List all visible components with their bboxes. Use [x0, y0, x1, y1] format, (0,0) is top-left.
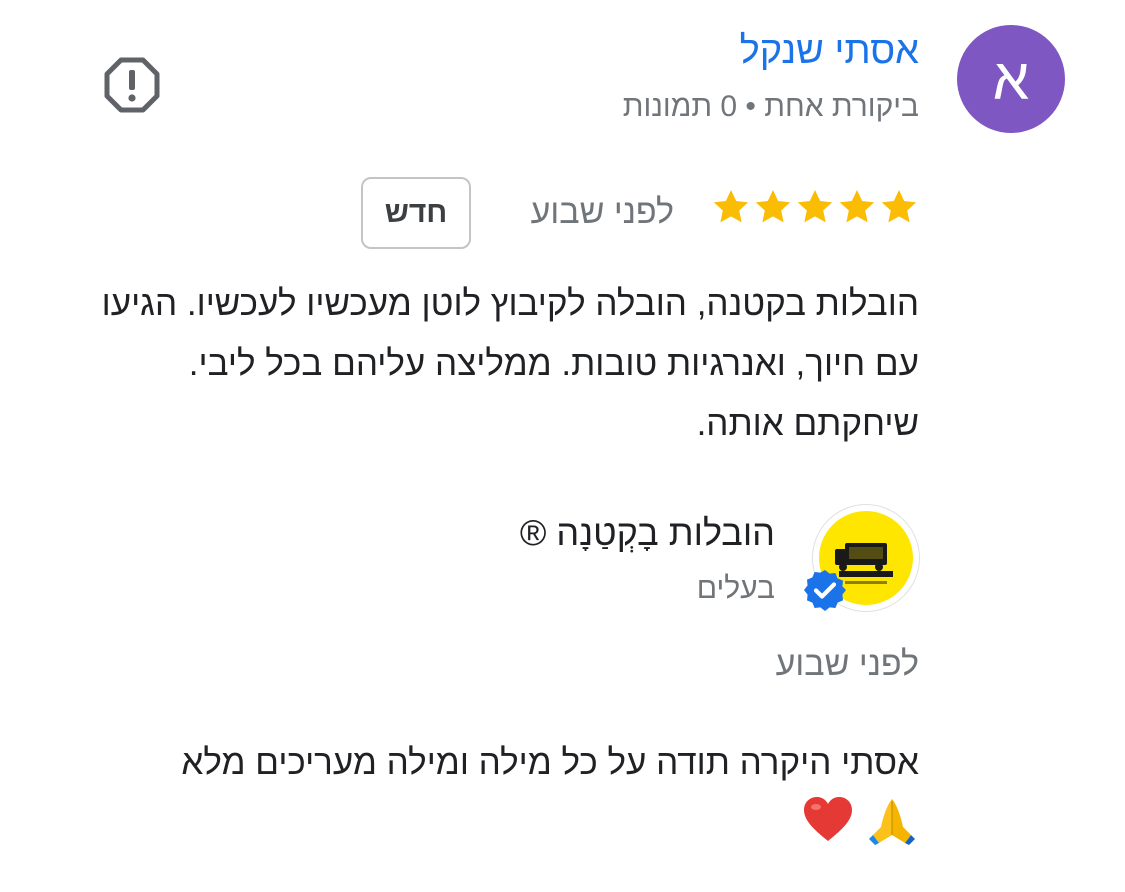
rating-stars — [711, 187, 919, 227]
avatar-initial: א — [992, 46, 1030, 112]
folded-hands-icon — [865, 793, 919, 866]
red-heart-icon — [801, 793, 855, 866]
reply-time: לפני שבוע — [775, 645, 919, 683]
reviewer-avatar[interactable]: א — [957, 25, 1065, 133]
review-time: לפני שבוע — [530, 193, 674, 231]
star-icon — [839, 190, 875, 223]
reviewer-name-link[interactable]: אסתי שנקל — [740, 30, 919, 73]
reply-text: אסתי היקרה תודה על כל מילה ומילה מעריכים… — [181, 743, 919, 782]
reply-text-block: אסתי היקרה תודה על כל מילה ומילה מעריכים… — [69, 733, 919, 866]
owner-name[interactable]: הובלות בָקְטַנָה ® — [520, 512, 775, 554]
report-octagon-icon[interactable] — [104, 57, 160, 113]
star-icon — [797, 190, 833, 223]
verified-badge-icon — [803, 568, 847, 612]
owner-role: בעלים — [696, 572, 775, 605]
star-icon — [881, 190, 917, 223]
star-icon — [755, 190, 791, 223]
reviewer-meta: ביקורת אחת • 0 תמונות — [622, 90, 919, 123]
review-text: הובלות בקטנה, הובלה לקיבוץ לוטן מעכשיו ל… — [101, 284, 919, 443]
new-badge: חדש — [361, 177, 471, 249]
star-icon — [713, 190, 749, 223]
